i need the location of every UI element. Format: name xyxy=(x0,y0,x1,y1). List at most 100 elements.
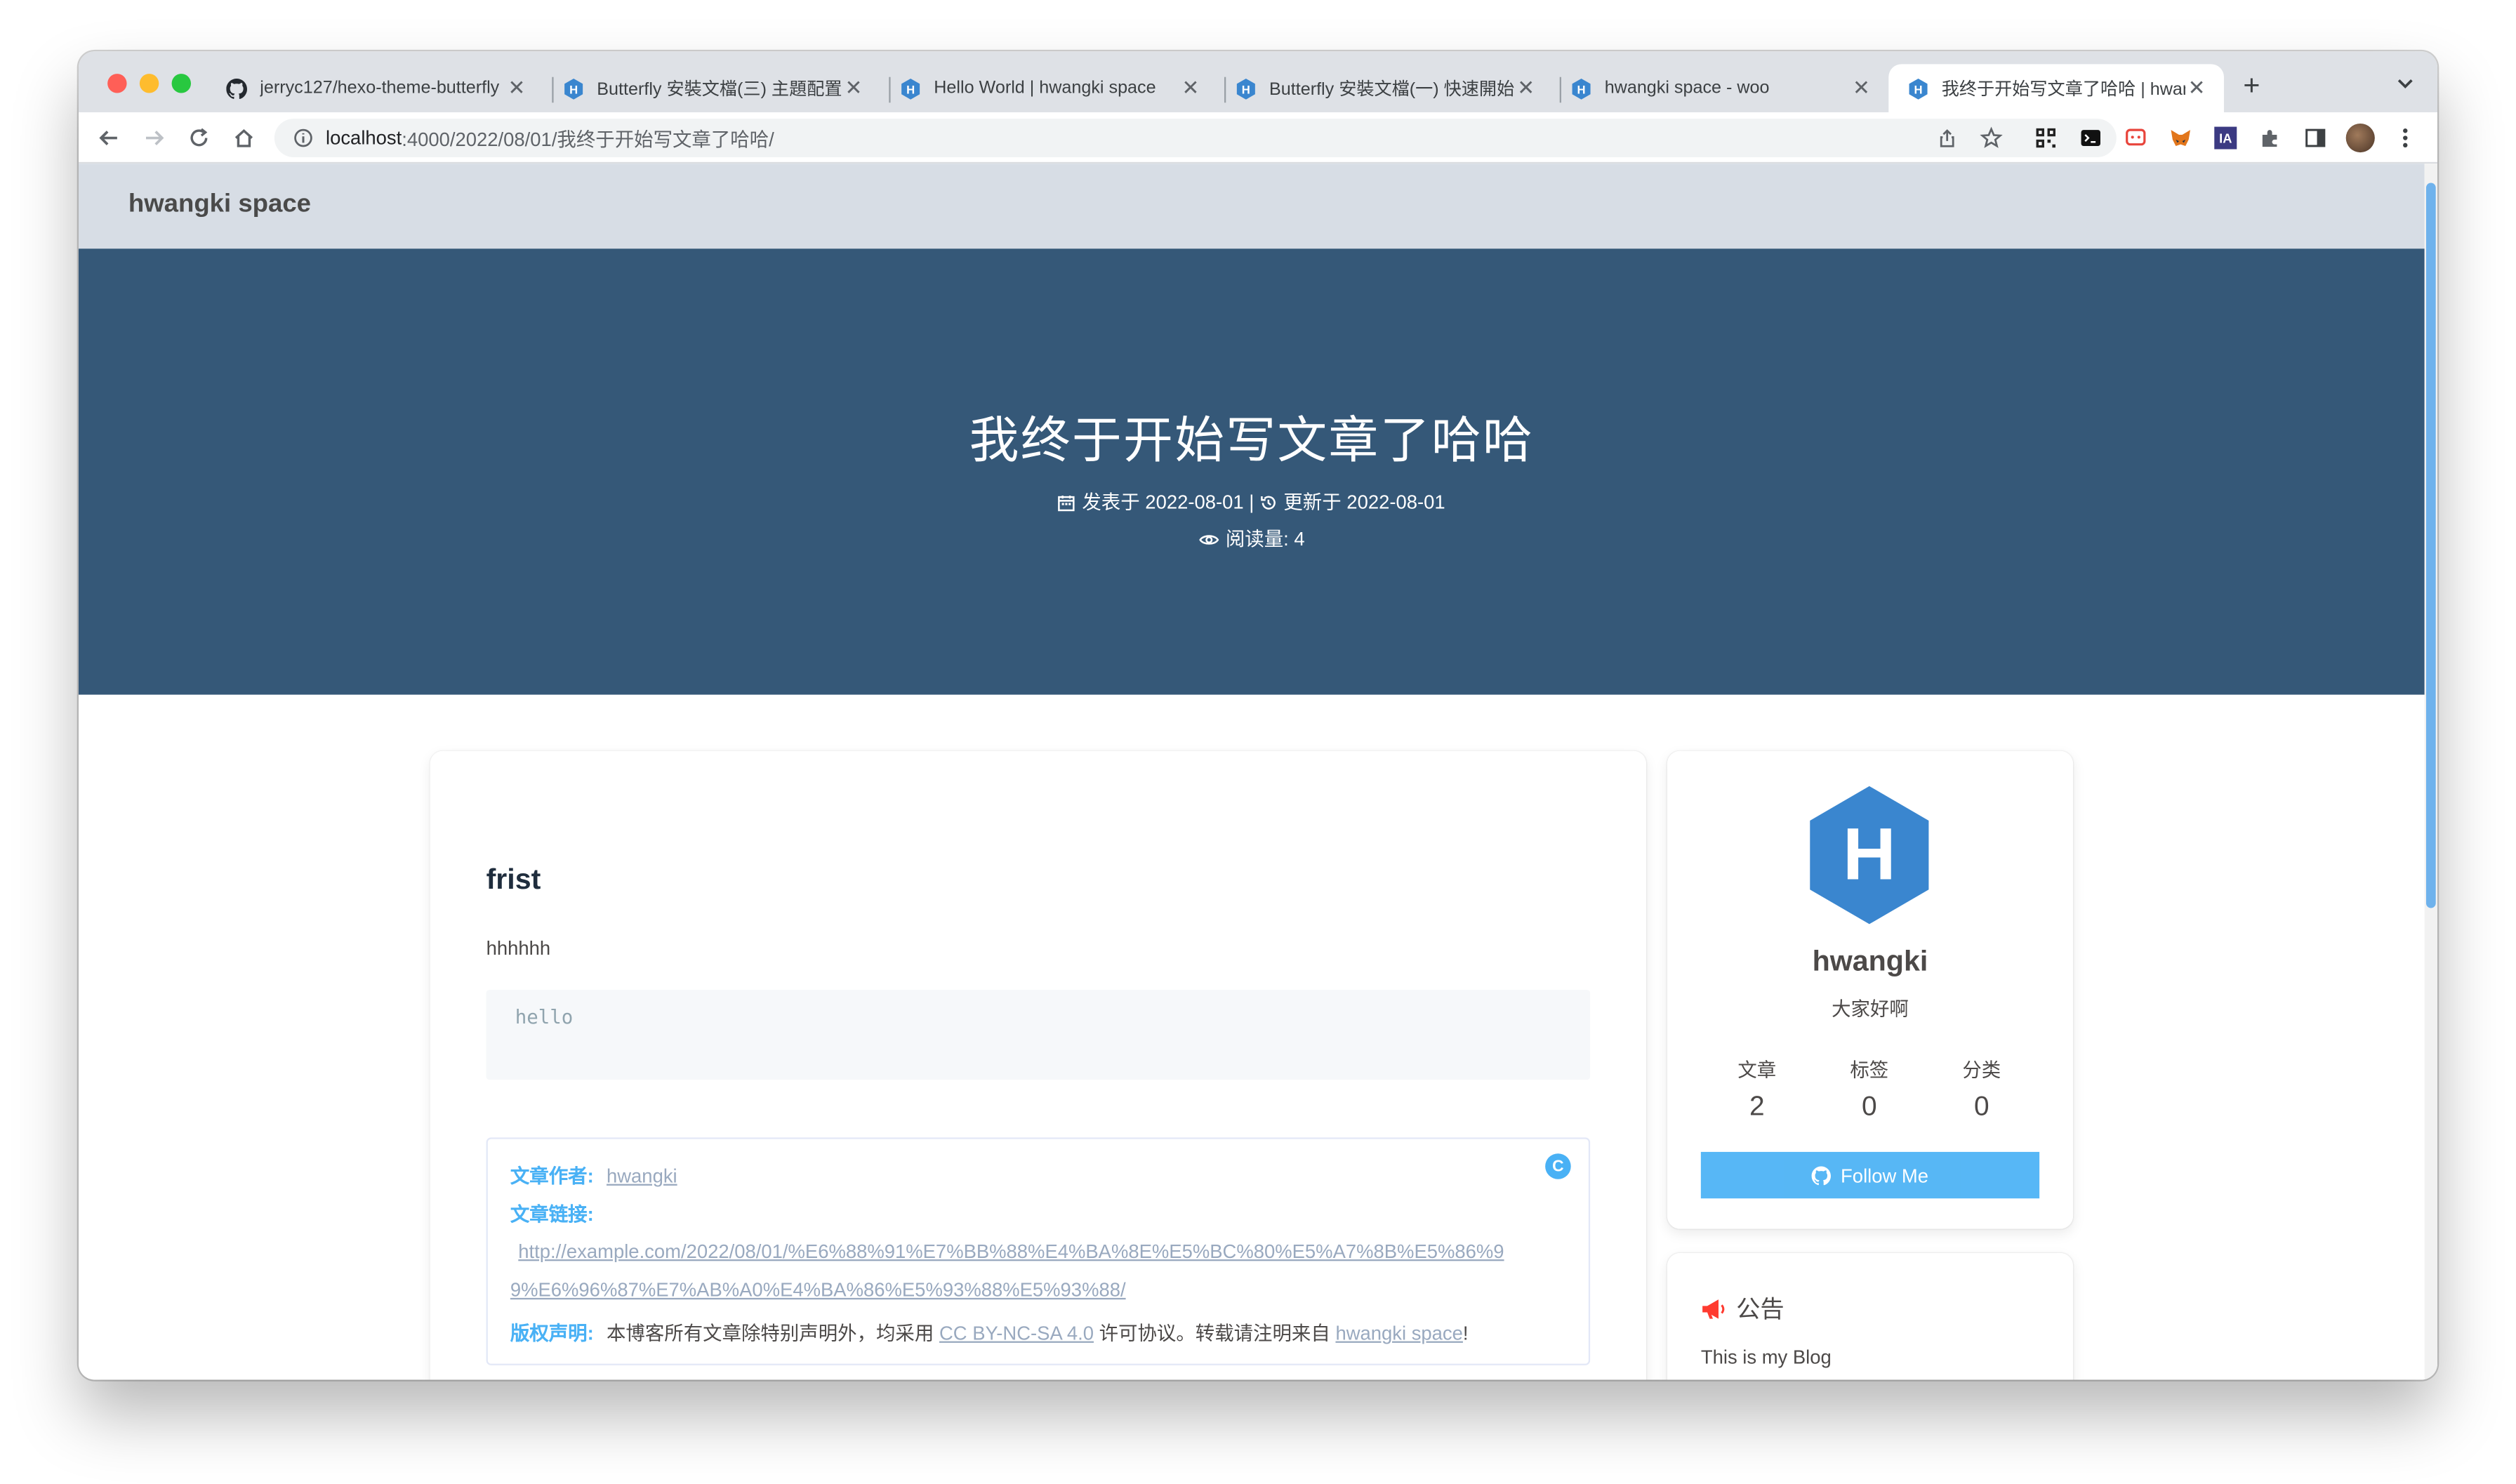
copyright-author-row: 文章作者: hwangki xyxy=(510,1162,677,1189)
svg-text:H: H xyxy=(1242,82,1250,95)
tab-title: Butterfly 安裝文檔(一) 快速開始 xyxy=(1269,80,1515,100)
views-label: 阅读量: xyxy=(1225,527,1289,550)
megaphone-icon xyxy=(1701,1297,1727,1320)
svg-text:H: H xyxy=(1577,82,1586,95)
extensions-puzzle-icon[interactable] xyxy=(2256,124,2285,152)
stat-label: 分类 xyxy=(1962,1059,2001,1082)
reload-icon[interactable] xyxy=(183,122,216,154)
posted-label: 发表于 xyxy=(1082,491,1140,514)
tab-current-post[interactable]: H 我终于开始写文章了哈哈 | hwangki space ✕ xyxy=(1888,64,2224,112)
profile-avatar[interactable] xyxy=(2345,123,2375,153)
share-icon[interactable] xyxy=(1932,124,1961,152)
svg-text:H: H xyxy=(569,82,578,95)
tab-hello-world[interactable]: H Hello World | hwangki space ✕ xyxy=(881,64,1218,112)
site-brand-link[interactable]: hwangki space xyxy=(128,191,311,220)
history-icon xyxy=(1259,494,1277,517)
copyright-license-row: 版权声明: 本博客所有文章除特别声明外，均采用 CC BY-NC-SA 4.0 许… xyxy=(510,1319,1469,1346)
close-icon[interactable]: ✕ xyxy=(505,75,528,101)
close-window-button[interactable] xyxy=(107,74,127,93)
new-tab-button[interactable]: + xyxy=(2243,71,2260,100)
tab-title: Hello World | hwangki space xyxy=(934,78,1156,98)
terminal-extension-icon[interactable] xyxy=(2077,124,2105,152)
scrollbar-thumb[interactable] xyxy=(2425,183,2436,908)
minimize-window-button[interactable] xyxy=(139,74,159,93)
post-heading: frist xyxy=(486,863,541,896)
license-link[interactable]: CC BY-NC-SA 4.0 xyxy=(939,1322,1094,1344)
hexo-icon: H xyxy=(1908,77,1929,99)
window-controls xyxy=(107,74,191,93)
stat-tags[interactable]: 标签 0 xyxy=(1813,1056,1926,1123)
close-icon[interactable]: ✕ xyxy=(2185,75,2208,101)
tab-search-chevron-icon[interactable] xyxy=(2396,74,2415,98)
qr-code-extension-icon[interactable] xyxy=(2032,124,2060,152)
svg-text:H: H xyxy=(1914,82,1923,95)
url-path: :4000/2022/08/01/我终于开始写文章了哈哈/ xyxy=(402,127,774,150)
stat-label: 文章 xyxy=(1737,1059,1777,1082)
ia-extension-icon[interactable]: IA xyxy=(2211,124,2240,152)
announcement-text: This is my Blog xyxy=(1700,1346,1832,1369)
tab-title: hwangki space - woo xyxy=(1604,78,1770,98)
url-host: localhost xyxy=(325,126,402,150)
svg-text:H: H xyxy=(906,82,915,95)
browser-toolbar: localhost:4000/2022/08/01/我终于开始写文章了哈哈/ I xyxy=(78,112,2437,164)
page-viewport: hwangki space 我终于开始写文章了哈哈 发表于 2022-08-01… xyxy=(78,164,2437,1380)
license-end: ! xyxy=(1462,1322,1469,1345)
site-info-icon[interactable] xyxy=(293,128,312,147)
author-description: 大家好啊 xyxy=(1832,998,1909,1021)
home-icon[interactable] xyxy=(228,122,260,154)
post-permalink[interactable]: http://example.com/2022/08/01/%E6%88%91%… xyxy=(518,1240,1504,1263)
stat-value: 0 xyxy=(1974,1091,1989,1122)
author-avatar[interactable]: H xyxy=(1805,783,1933,927)
close-icon[interactable]: ✕ xyxy=(842,75,865,101)
author-link[interactable]: hwangki xyxy=(607,1165,677,1187)
red-chat-extension-icon[interactable] xyxy=(2121,124,2150,152)
stat-categories[interactable]: 分类 0 xyxy=(1926,1056,2038,1123)
announcement-title: 公告 xyxy=(1736,1296,1785,1324)
post-meta-dates: 发表于 2022-08-01 | 更新于 2022-08-01 xyxy=(79,488,2425,517)
author-name: hwangki xyxy=(1812,945,1928,977)
tab-butterfly-quickstart[interactable]: H Butterfly 安裝文檔(一) 快速開始 ✕ xyxy=(1217,64,1554,112)
stat-value: 0 xyxy=(1862,1091,1877,1122)
post-title: 我终于开始写文章了哈哈 xyxy=(969,412,1535,469)
close-icon[interactable]: ✕ xyxy=(1850,75,1872,101)
page-scrollbar[interactable] xyxy=(2424,164,2437,1380)
post-paragraph: hhhhhh xyxy=(486,936,551,960)
github-icon xyxy=(1811,1165,1832,1185)
follow-me-button[interactable]: Follow Me xyxy=(1700,1151,2040,1199)
post-copyright-box: C 文章作者: hwangki 文章链接: http://example.com/… xyxy=(486,1137,1591,1365)
hexo-icon: H xyxy=(900,77,921,99)
post-permalink-line-1: http://example.com/2022/08/01/%E6%88%91%… xyxy=(518,1240,1504,1263)
browser-menu-icon[interactable] xyxy=(2391,124,2420,152)
metamask-fox-icon[interactable] xyxy=(2166,124,2195,152)
hexo-icon: H xyxy=(563,77,584,99)
announcement-card: 公告 This is my Blog xyxy=(1667,1252,2074,1380)
announcement-header: 公告 xyxy=(1701,1292,1785,1325)
post-hero: 我终于开始写文章了哈哈 发表于 2022-08-01 | 更新于 2022-08… xyxy=(78,249,2425,695)
calendar-icon xyxy=(1058,494,1075,517)
close-icon[interactable]: ✕ xyxy=(1515,75,1537,101)
follow-label: Follow Me xyxy=(1841,1164,1929,1187)
tab-hwangki-woo[interactable]: H hwangki space - woo ✕ xyxy=(1551,64,1888,112)
tab-title: 我终于开始写文章了哈哈 | hwangki space xyxy=(1941,80,2185,100)
tab-butterfly-config[interactable]: H Butterfly 安裝文檔(三) 主題配置 ✕ xyxy=(544,64,881,112)
back-arrow-icon[interactable] xyxy=(93,122,126,154)
address-bar[interactable]: localhost:4000/2022/08/01/我终于开始写文章了哈哈/ xyxy=(274,119,2117,157)
code-block: hello xyxy=(486,990,1591,1080)
stat-label: 标签 xyxy=(1850,1059,1889,1082)
maximize-window-button[interactable] xyxy=(171,74,191,93)
close-icon[interactable]: ✕ xyxy=(1179,75,1202,101)
meta-separator: | xyxy=(1249,491,1254,514)
bookmark-star-icon[interactable] xyxy=(1977,124,2006,152)
hexo-icon: H xyxy=(1571,77,1592,99)
license-text-2: 许可协议。转载请注明来自 xyxy=(1099,1322,1330,1345)
eye-icon xyxy=(1198,531,1219,553)
browser-window: jerryc127/hexo-theme-butterfly ✕ H Butte… xyxy=(78,51,2437,1380)
post-permalink-cont[interactable]: 9%E6%96%87%E7%AB%A0%E4%BA%86%E5%93%88%E5… xyxy=(510,1278,1126,1301)
forward-arrow-icon[interactable] xyxy=(138,122,171,154)
license-text: 本博客所有文章除特别声明外，均采用 xyxy=(606,1322,934,1345)
tab-github[interactable]: jerryc127/hexo-theme-butterfly ✕ xyxy=(207,64,544,112)
site-link[interactable]: hwangki space xyxy=(1335,1322,1462,1344)
license-label: 版权声明: xyxy=(510,1322,594,1345)
side-panel-icon[interactable] xyxy=(2301,124,2330,152)
stat-articles[interactable]: 文章 2 xyxy=(1701,1056,1813,1123)
